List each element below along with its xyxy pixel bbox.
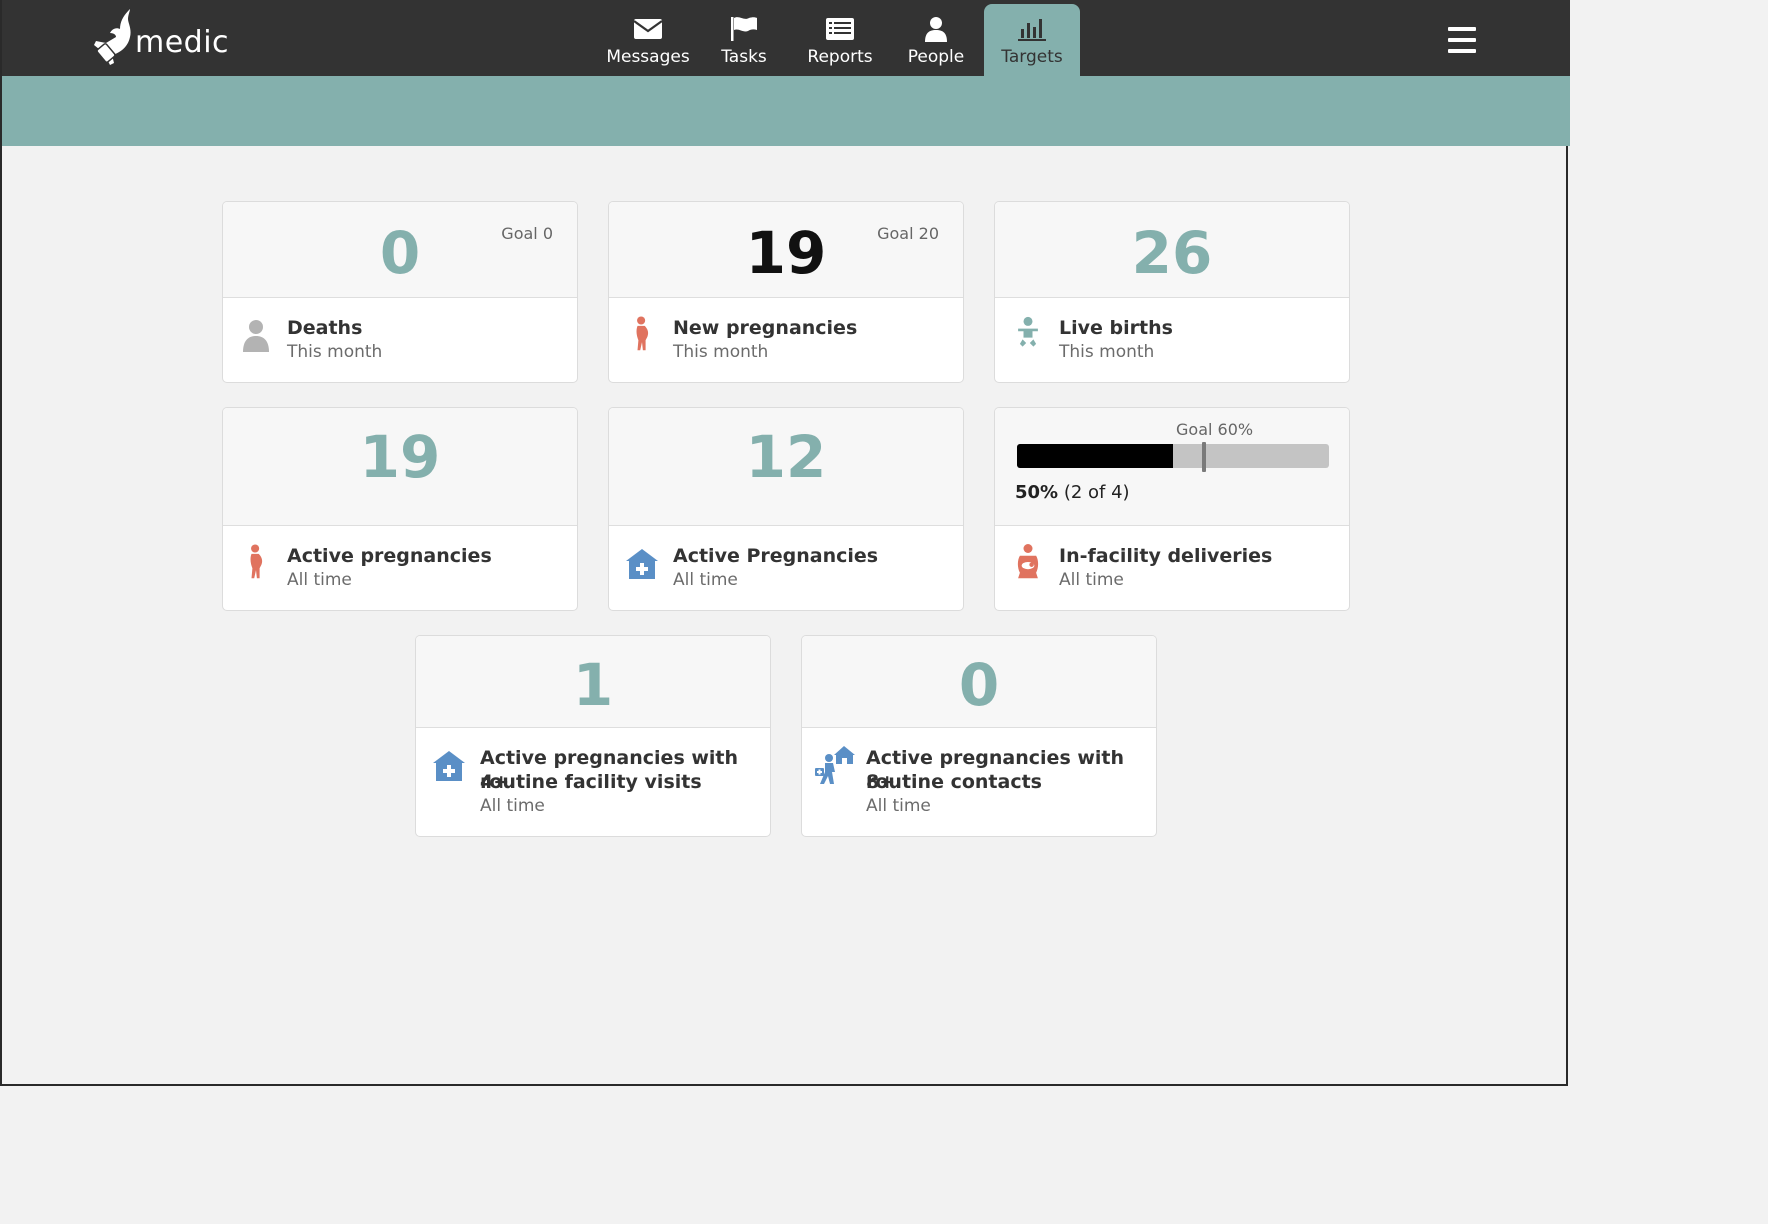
menu-hamburger-icon[interactable] xyxy=(1448,27,1476,53)
target-card-info: Active Pregnancies All time xyxy=(609,526,963,610)
tab-label: Tasks xyxy=(721,47,767,67)
target-title: New pregnancies xyxy=(673,317,858,339)
tab-tasks[interactable]: Tasks xyxy=(696,4,792,76)
target-value: 1 xyxy=(572,651,614,719)
tab-label: Messages xyxy=(606,47,690,67)
target-period: All time xyxy=(866,796,931,816)
target-title: Deaths xyxy=(287,317,363,339)
target-card-info: Live births This month xyxy=(995,298,1349,382)
pregnant-woman-icon xyxy=(250,544,263,579)
envelope-icon xyxy=(632,16,664,42)
target-card-info: Active pregnancies All time xyxy=(223,526,577,610)
target-card-value-area: 0 xyxy=(802,636,1156,728)
medic-logo[interactable]: medic xyxy=(90,6,250,70)
target-card-value-area: 1 xyxy=(416,636,770,728)
target-card-info: Active pregnancies with 8+ routine conta… xyxy=(802,728,1156,836)
progress-bar xyxy=(1017,444,1329,468)
target-card-info: Active pregnancies with 4+ routine facil… xyxy=(416,728,770,836)
target-card-value-area: 19 Goal 20 xyxy=(609,202,963,298)
target-card-live-births[interactable]: 26 Live births This month xyxy=(994,201,1350,383)
target-value: 0 xyxy=(958,651,1000,719)
target-goal: Goal 60% xyxy=(1176,420,1254,439)
tab-label: Reports xyxy=(807,47,873,67)
person-icon xyxy=(920,16,952,42)
target-card-active-pregnancies-facility[interactable]: 12 Active Pregnancies All time xyxy=(608,407,964,611)
main-tabs: Messages Tasks Reports People Targets xyxy=(600,4,1080,76)
target-card-value-area: Goal 60% 50% (2 of 4) xyxy=(995,408,1349,526)
flag-icon xyxy=(728,16,760,42)
health-facility-icon xyxy=(626,549,658,579)
target-goal: Goal 20 xyxy=(877,224,939,243)
target-value: 26 xyxy=(1131,219,1213,287)
target-card-value-area: 12 xyxy=(609,408,963,526)
target-title: Live births xyxy=(1059,317,1173,339)
target-title: Active pregnancies xyxy=(287,545,492,567)
tab-label: People xyxy=(907,47,965,67)
target-card-info: Deaths This month xyxy=(223,298,577,382)
target-value: 12 xyxy=(745,423,827,491)
target-card-new-pregnancies[interactable]: 19 Goal 20 New pregnancies This month xyxy=(608,201,964,383)
target-period: This month xyxy=(287,342,383,362)
target-goal: Goal 0 xyxy=(501,224,553,243)
dove-logo-icon xyxy=(94,9,131,65)
tab-targets[interactable]: Targets xyxy=(984,4,1080,76)
progress-label: 50% (2 of 4) xyxy=(1015,482,1130,503)
progress-count: (2 of 4) xyxy=(1063,482,1130,503)
target-card-deaths[interactable]: 0 Goal 0 Deaths This month xyxy=(222,201,578,383)
header-band xyxy=(2,76,1570,146)
target-card-info: New pregnancies This month xyxy=(609,298,963,382)
target-card-value-area: 19 xyxy=(223,408,577,526)
target-card-8-plus-contacts[interactable]: 0 Active pregnancies with 8+ routine con… xyxy=(801,635,1157,837)
target-period: All time xyxy=(1059,570,1124,590)
home-visit-icon xyxy=(815,746,855,784)
target-card-active-pregnancies[interactable]: 19 Active pregnancies All time xyxy=(222,407,578,611)
health-facility-icon xyxy=(433,751,465,781)
brand-name: medic xyxy=(135,24,230,60)
target-period: All time xyxy=(480,796,545,816)
progress-bar-fill xyxy=(1017,444,1173,468)
target-title-line2: routine facility visits xyxy=(480,771,702,793)
target-card-info: In-facility deliveries All time xyxy=(995,526,1349,610)
baby-icon xyxy=(1018,316,1038,347)
bar-chart-icon xyxy=(1016,16,1048,42)
goal-marker xyxy=(1202,442,1207,472)
list-icon xyxy=(824,16,856,42)
tab-reports[interactable]: Reports xyxy=(792,4,888,76)
target-title: In-facility deliveries xyxy=(1059,545,1273,567)
pregnant-woman-icon xyxy=(636,316,649,351)
target-card-value-area: 26 xyxy=(995,202,1349,298)
progress-percent: 50% xyxy=(1015,482,1059,503)
tab-people[interactable]: People xyxy=(888,4,984,76)
target-period: This month xyxy=(1059,342,1155,362)
target-period: All time xyxy=(287,570,352,590)
target-card-4-plus-facility-visits[interactable]: 1 Active pregnancies with 4+ routine fac… xyxy=(415,635,771,837)
mother-baby-icon xyxy=(1017,544,1039,579)
target-card-in-facility-deliveries[interactable]: Goal 60% 50% (2 of 4) In-facility delive… xyxy=(994,407,1350,611)
top-navigation-bar: medic Messages Tasks Reports People Targ… xyxy=(2,0,1570,76)
person-icon xyxy=(243,320,269,352)
target-period: All time xyxy=(673,570,738,590)
target-card-value-area: 0 Goal 0 xyxy=(223,202,577,298)
tab-messages[interactable]: Messages xyxy=(600,4,696,76)
target-title: Active Pregnancies xyxy=(673,545,879,567)
tab-label: Targets xyxy=(1001,47,1063,67)
target-title-line2: routine contacts xyxy=(866,771,1042,793)
target-period: This month xyxy=(673,342,769,362)
target-value: 19 xyxy=(359,423,441,491)
